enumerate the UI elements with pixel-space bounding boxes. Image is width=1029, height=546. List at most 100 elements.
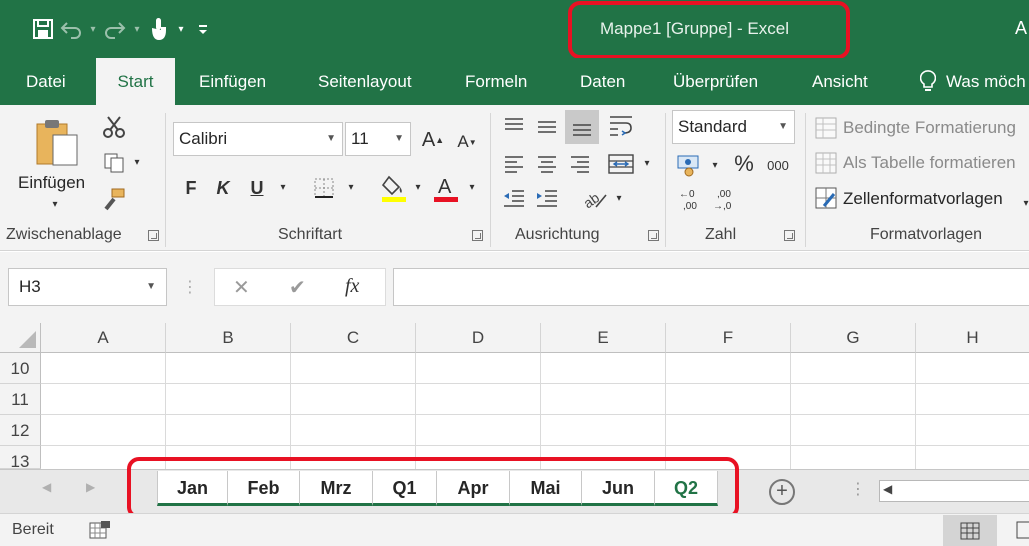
paste-label[interactable]: Einfügen <box>18 173 85 193</box>
cell-styles-icon[interactable] <box>813 185 839 211</box>
tab-daten[interactable]: Daten <box>580 58 625 105</box>
increase-decimal-icon[interactable]: ←0,00 <box>676 185 704 213</box>
cut-icon[interactable] <box>100 113 128 141</box>
align-right-icon[interactable] <box>566 151 594 177</box>
page-layout-view-icon[interactable] <box>1014 520 1029 540</box>
save-icon[interactable] <box>30 14 56 44</box>
chevron-down-icon: ▼ <box>326 133 336 144</box>
column-header[interactable]: B <box>166 323 291 353</box>
cell-grid[interactable] <box>41 353 1029 469</box>
select-all-corner[interactable] <box>0 323 41 353</box>
font-launcher-icon[interactable] <box>472 230 483 241</box>
lightbulb-icon[interactable] <box>918 69 938 93</box>
add-sheet-icon[interactable]: + <box>769 479 795 505</box>
fill-color-icon[interactable] <box>380 171 408 205</box>
column-header[interactable]: E <box>541 323 666 353</box>
column-header[interactable]: C <box>291 323 416 353</box>
column-header[interactable]: G <box>791 323 916 353</box>
decrease-decimal-icon[interactable]: ,00 →,0 <box>710 185 738 213</box>
format-as-table-icon[interactable] <box>813 150 839 176</box>
row-header[interactable]: 13 <box>0 446 41 469</box>
number-launcher-icon[interactable] <box>784 230 795 241</box>
cancel-entry-icon[interactable]: ✕ <box>233 275 250 300</box>
borders-icon[interactable] <box>312 175 336 201</box>
font-size-combo[interactable]: 11 ▼ <box>345 122 411 156</box>
macro-recording-icon[interactable] <box>89 520 111 540</box>
redo-icon[interactable] <box>102 14 128 44</box>
copy-icon[interactable] <box>100 149 128 177</box>
row-header[interactable]: 12 <box>0 415 41 446</box>
row-header[interactable]: 10 <box>0 353 41 384</box>
orientation-dropdown-icon[interactable]: ▾ <box>612 191 626 205</box>
tab-einfuegen[interactable]: Einfügen <box>199 58 266 105</box>
cell-styles-dropdown-icon[interactable]: ▾ <box>1021 196 1029 210</box>
font-color-dropdown-icon[interactable]: ▾ <box>465 180 479 194</box>
tab-datei[interactable]: Datei <box>26 58 66 105</box>
align-middle-icon[interactable] <box>533 113 561 139</box>
tab-seitenlayout[interactable]: Seitenlayout <box>318 58 412 105</box>
number-format-combo[interactable]: Standard ▼ <box>672 110 795 144</box>
touch-mode-dropdown-icon[interactable]: ▾ <box>174 14 188 44</box>
paste-icon[interactable] <box>34 115 82 171</box>
cell-styles-button[interactable]: Zellenformatvorlagen <box>843 189 1003 209</box>
align-center-icon[interactable] <box>533 151 561 177</box>
touch-mode-icon[interactable] <box>146 14 172 44</box>
alignment-launcher-icon[interactable] <box>648 230 659 241</box>
borders-dropdown-icon[interactable]: ▾ <box>344 180 358 194</box>
underline-button[interactable]: U <box>246 173 268 203</box>
customize-qat-icon[interactable] <box>190 14 216 44</box>
increase-indent-icon[interactable] <box>533 185 561 211</box>
scroll-left-icon[interactable]: ◀ <box>42 480 51 494</box>
percent-button[interactable]: % <box>730 149 758 179</box>
column-header[interactable]: A <box>41 323 166 353</box>
confirm-entry-icon[interactable]: ✔ <box>289 275 306 300</box>
wrap-text-icon[interactable] <box>606 111 636 141</box>
align-left-icon[interactable] <box>500 151 528 177</box>
italic-button[interactable]: K <box>212 173 234 203</box>
tell-me-search[interactable]: Was möch <box>946 58 1026 105</box>
redo-dropdown-icon[interactable]: ▾ <box>130 14 144 44</box>
column-header[interactable]: D <box>416 323 541 353</box>
tab-ueberpruefen[interactable]: Überprüfen <box>673 58 758 105</box>
merge-dropdown-icon[interactable]: ▾ <box>640 156 654 170</box>
row-header[interactable]: 11 <box>0 384 41 415</box>
format-as-table-button[interactable]: Als Tabelle formatieren <box>843 153 1016 173</box>
tab-start[interactable]: Start <box>96 58 175 105</box>
name-box[interactable]: H3 ▼ <box>8 268 167 306</box>
font-name-combo[interactable]: Calibri ▼ <box>173 122 343 156</box>
accounting-dropdown-icon[interactable]: ▾ <box>708 158 722 172</box>
decrease-indent-icon[interactable] <box>500 185 528 211</box>
shrink-font-icon[interactable]: A ▼ <box>455 127 479 157</box>
conditional-formatting-button[interactable]: Bedingte Formatierung <box>843 118 1016 138</box>
normal-view-icon[interactable] <box>943 515 997 546</box>
scroll-right-icon[interactable]: ▶ <box>86 480 95 494</box>
scroll-left-arrow-icon[interactable]: ◀ <box>883 482 892 496</box>
grow-font-icon[interactable]: A ▲ <box>420 125 446 155</box>
paste-dropdown-icon[interactable]: ▾ <box>48 198 62 210</box>
formula-input[interactable] <box>393 268 1029 306</box>
tab-formeln[interactable]: Formeln <box>465 58 527 105</box>
fill-color-dropdown-icon[interactable]: ▾ <box>411 180 425 194</box>
bold-button[interactable]: F <box>180 173 202 203</box>
undo-dropdown-icon[interactable]: ▾ <box>86 14 100 44</box>
thousands-separator-button[interactable]: 000 <box>764 151 792 179</box>
merge-center-icon[interactable] <box>606 150 636 178</box>
horizontal-scrollbar[interactable]: ◀ <box>879 480 1029 502</box>
format-painter-icon[interactable] <box>100 185 128 213</box>
conditional-formatting-icon[interactable] <box>813 115 839 141</box>
column-header[interactable]: F <box>666 323 791 353</box>
undo-icon[interactable] <box>58 14 84 44</box>
svg-text:←0: ←0 <box>679 189 695 200</box>
tab-splitter-icon[interactable]: ⋮ <box>850 479 866 499</box>
align-top-icon[interactable] <box>500 113 528 139</box>
clipboard-launcher-icon[interactable] <box>148 230 159 241</box>
underline-dropdown-icon[interactable]: ▾ <box>276 180 290 194</box>
tab-ansicht[interactable]: Ansicht <box>812 58 868 105</box>
insert-function-icon[interactable]: fx <box>345 275 359 298</box>
accounting-format-icon[interactable] <box>676 151 704 179</box>
font-color-icon[interactable]: A <box>432 171 460 205</box>
copy-dropdown-icon[interactable]: ▾ <box>130 155 144 169</box>
orientation-icon[interactable]: ab <box>580 185 610 213</box>
column-header[interactable]: H <box>916 323 1029 353</box>
align-bottom-icon[interactable] <box>565 110 599 144</box>
